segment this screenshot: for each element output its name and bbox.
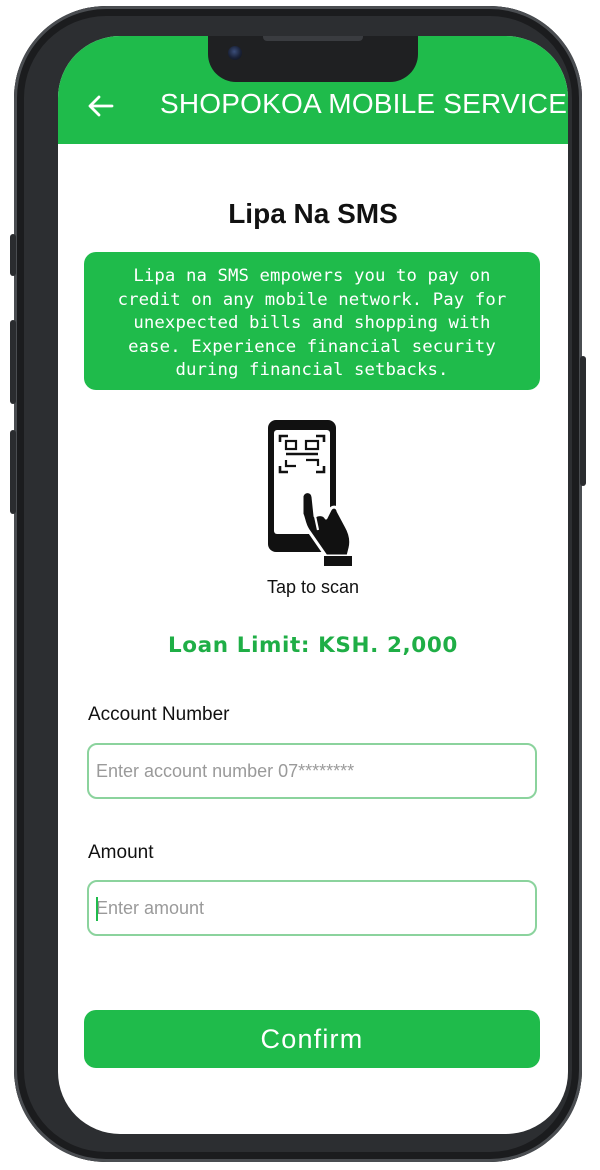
app-title: SHOPOKOA MOBILE SERVICES: [160, 88, 568, 119]
loan-limit-text: Loan Limit: KSH. 2,000: [168, 633, 458, 658]
confirm-button[interactable]: Confirm: [84, 1010, 540, 1068]
phone-scan-qr-icon[interactable]: [264, 418, 360, 568]
side-button-silent: [10, 234, 16, 276]
account-number-field[interactable]: [87, 743, 537, 799]
amount-field[interactable]: [87, 880, 537, 936]
info-card: Lipa na SMS empowers you to pay on credi…: [84, 252, 540, 390]
front-camera: [228, 46, 242, 60]
speaker-grille: [263, 36, 363, 41]
page-title: Lipa Na SMS: [228, 198, 398, 229]
scan-label: Tap to scan: [266, 577, 360, 597]
side-button-volume-down: [10, 430, 16, 514]
text-caret: [96, 897, 98, 921]
phone-frame: SHOPOKOA MOBILE SERVICES Lipa Na SMS Lip…: [10, 6, 586, 1162]
amount-input[interactable]: [89, 882, 535, 934]
side-button-volume-up: [10, 320, 16, 404]
phone-screen: SHOPOKOA MOBILE SERVICES Lipa Na SMS Lip…: [58, 36, 568, 1134]
info-card-text: Lipa na SMS empowers you to pay on credi…: [117, 266, 507, 381]
account-number-input[interactable]: [89, 745, 535, 797]
account-number-label: Account Number: [88, 704, 230, 725]
notch: [208, 36, 418, 82]
arrow-left-icon[interactable]: [86, 94, 114, 118]
side-button-power: [580, 356, 586, 486]
amount-label: Amount: [88, 842, 154, 863]
